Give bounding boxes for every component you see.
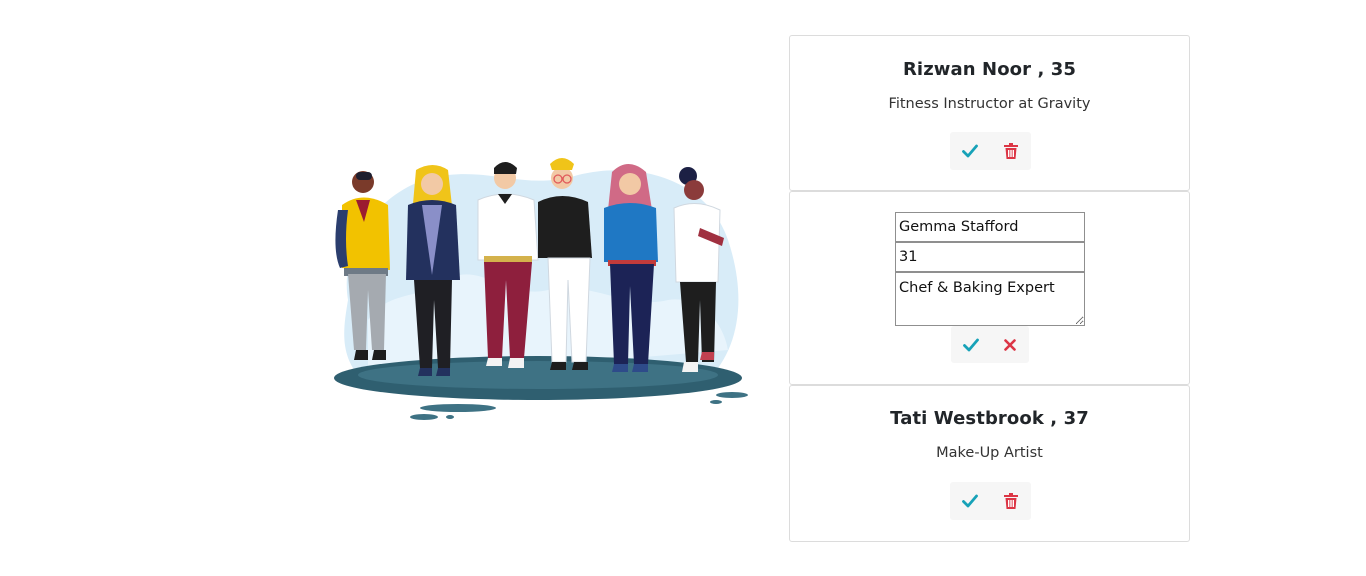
cancel-button[interactable] [990, 326, 1029, 363]
trash-icon [1003, 493, 1018, 509]
team-illustration [334, 158, 748, 420]
person-role: Make-Up Artist [936, 445, 1043, 461]
role-textarea[interactable]: Chef & Baking Expert [895, 272, 1085, 326]
age-input[interactable] [895, 242, 1085, 272]
delete-button[interactable] [991, 482, 1032, 520]
person-card: Tati Westbrook , 37 Make-Up Artist [789, 385, 1190, 542]
check-icon [962, 338, 979, 351]
check-icon [962, 494, 979, 508]
person-heading: Rizwan Noor , 35 [902, 59, 1077, 80]
save-button[interactable] [951, 326, 990, 363]
confirm-button[interactable] [950, 482, 991, 520]
card-actions [950, 482, 1031, 520]
person-edit-card: Chef & Baking Expert [789, 191, 1190, 385]
confirm-button[interactable] [950, 132, 991, 170]
edit-actions [951, 326, 1029, 363]
person-heading: Tati Westbrook , 37 [890, 408, 1089, 429]
close-icon [1003, 338, 1016, 351]
trash-icon [1003, 143, 1018, 159]
name-input[interactable] [895, 212, 1085, 242]
check-icon [962, 144, 979, 158]
person-card: Rizwan Noor , 35 Fitness Instructor at G… [789, 35, 1190, 191]
card-actions [950, 132, 1031, 170]
person-role: Fitness Instructor at Gravity [888, 96, 1091, 112]
delete-button[interactable] [991, 132, 1032, 170]
